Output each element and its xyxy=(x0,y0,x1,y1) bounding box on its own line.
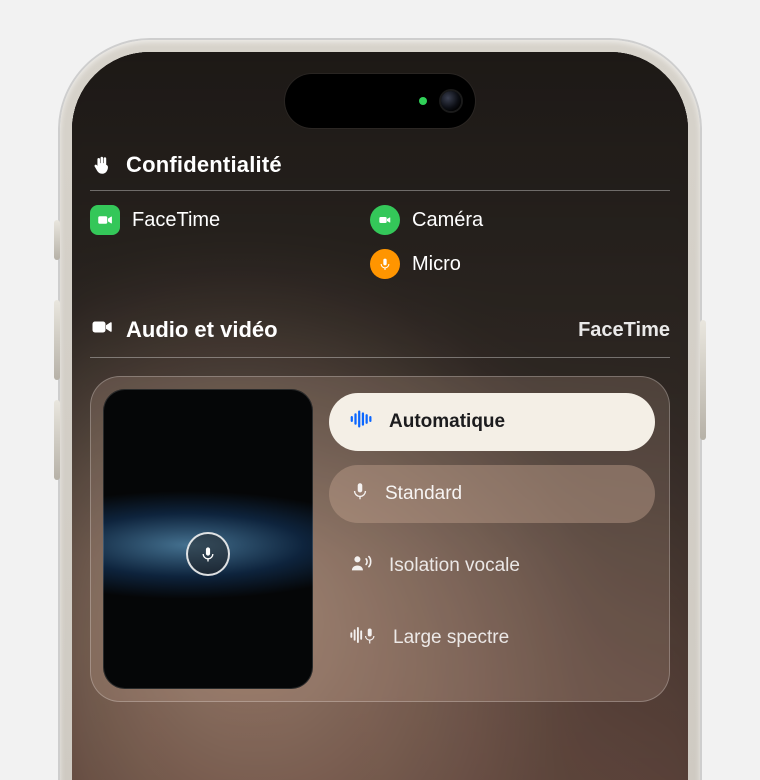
volume-up-button[interactable] xyxy=(54,300,60,380)
dynamic-island[interactable] xyxy=(285,74,475,128)
camera-indicator-dot xyxy=(419,97,427,105)
mic-mode-wide-spectrum[interactable]: Large spectre xyxy=(329,609,655,667)
action-button[interactable] xyxy=(54,220,60,260)
privacy-app-col: FaceTime xyxy=(90,205,340,279)
mic-mode-panel: Automatique Standard xyxy=(90,376,670,702)
divider xyxy=(90,357,670,358)
mic-mode-automatic[interactable]: Automatique xyxy=(329,393,655,451)
mic-preview[interactable] xyxy=(103,389,313,689)
audio-video-header: Audio et vidéo FaceTime xyxy=(90,315,670,345)
audio-video-title-group: Audio et vidéo xyxy=(90,315,278,345)
privacy-indicators-col: Caméra Micro xyxy=(370,205,620,279)
mic-mode-label: Automatique xyxy=(389,411,505,433)
privacy-header: Confidentialité xyxy=(90,152,670,178)
privacy-title: Confidentialité xyxy=(126,152,282,178)
camera-icon xyxy=(370,205,400,235)
facetime-app-icon xyxy=(90,205,120,235)
mic-mode-label: Standard xyxy=(385,483,462,505)
camera-label: Caméra xyxy=(412,209,483,232)
mic-icon xyxy=(370,249,400,279)
mic-mode-standard[interactable]: Standard xyxy=(329,465,655,523)
privacy-camera-indicator[interactable]: Caméra xyxy=(370,205,620,235)
side-button[interactable] xyxy=(700,320,706,440)
stage: Confidentialité FaceTime xyxy=(0,0,760,780)
privacy-app-facetime[interactable]: FaceTime xyxy=(90,205,340,235)
audio-video-app: FaceTime xyxy=(578,319,670,342)
mic-icon xyxy=(349,480,371,508)
audio-video-title: Audio et vidéo xyxy=(126,317,278,343)
control-center-content: Confidentialité FaceTime xyxy=(90,152,670,780)
iphone-frame: Confidentialité FaceTime xyxy=(60,40,700,780)
waveform-icon xyxy=(349,409,375,435)
video-fill-icon xyxy=(90,315,114,345)
wave-mic-icon xyxy=(349,624,379,652)
mic-label: Micro xyxy=(412,253,461,276)
privacy-mic-indicator[interactable]: Micro xyxy=(370,249,620,279)
hand-raised-icon xyxy=(90,153,114,177)
divider xyxy=(90,190,670,191)
mic-mode-voice-isolation[interactable]: Isolation vocale xyxy=(329,537,655,595)
person-wave-icon xyxy=(349,552,375,580)
front-camera-lens xyxy=(441,91,461,111)
mic-mode-label: Large spectre xyxy=(393,627,509,649)
volume-down-button[interactable] xyxy=(54,400,60,480)
mic-mode-options: Automatique Standard xyxy=(327,389,657,689)
privacy-app-label: FaceTime xyxy=(132,209,220,232)
mic-circle-icon xyxy=(186,532,230,576)
privacy-row: FaceTime Caméra xyxy=(90,205,670,279)
mic-mode-label: Isolation vocale xyxy=(389,555,520,577)
screen: Confidentialité FaceTime xyxy=(72,52,688,780)
